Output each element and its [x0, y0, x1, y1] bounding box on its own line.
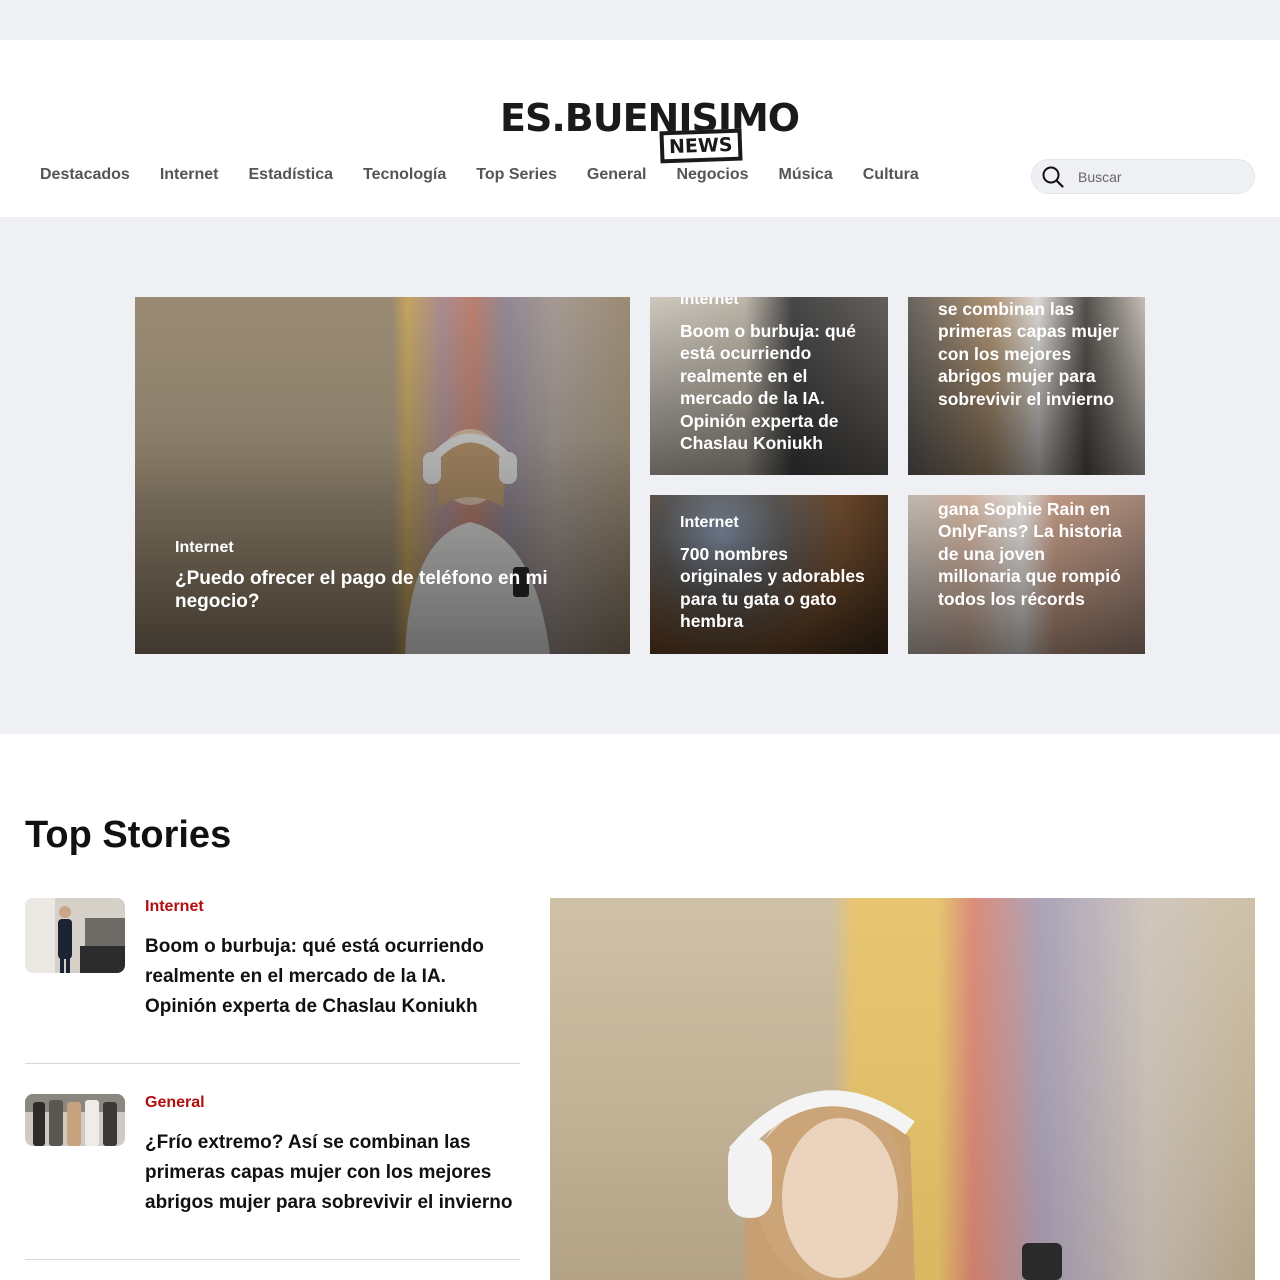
nav-item-top-series[interactable]: Top Series	[476, 166, 557, 184]
nav-item-destacados[interactable]: Destacados	[40, 166, 130, 184]
nav-item-estadistica[interactable]: Estadística	[249, 166, 333, 184]
search-icon[interactable]	[1042, 166, 1064, 188]
hero-card-3-title[interactable]: 700 nombres originales y adorables para …	[680, 543, 870, 633]
hero-main-card[interactable]: Internet ¿Puedo ofrecer el pago de teléf…	[135, 297, 630, 654]
top-story-item[interactable]: Internet Boom o burbuja: qué está ocurri…	[25, 898, 520, 1028]
top-story-title[interactable]: ¿Frío extremo? Así se combinan las prime…	[145, 1128, 515, 1218]
hero-card-2-title[interactable]: se combinan las primeras capas mujer con…	[938, 298, 1128, 410]
feature-person-image	[728, 1090, 1062, 1280]
hero-section: Internet ¿Puedo ofrecer el pago de teléf…	[0, 217, 1280, 734]
hero-card-1-title[interactable]: Boom o burbuja: qué está ocurriendo real…	[680, 320, 870, 454]
top-story-thumbnail[interactable]	[25, 898, 125, 973]
nav-item-general[interactable]: General	[587, 166, 647, 184]
nav-item-tecnologia[interactable]: Tecnología	[363, 166, 446, 184]
story-divider	[25, 1259, 520, 1260]
search-input[interactable]	[1078, 166, 1243, 188]
main-nav: Destacados Internet Estadística Tecnolog…	[40, 166, 949, 184]
search-box[interactable]	[1031, 159, 1255, 194]
logo-dot: ·	[776, 110, 780, 121]
hero-main-title[interactable]: ¿Puedo ofrecer el pago de teléfono en mi…	[175, 567, 575, 613]
top-story-category[interactable]: General	[145, 1094, 205, 1112]
nav-item-negocios[interactable]: Negocios	[676, 166, 748, 184]
site-logo[interactable]: ES.BUENISIMO · NEWS	[500, 96, 800, 166]
top-story-title[interactable]: Boom o burbuja: qué está ocurriendo real…	[145, 932, 515, 1022]
top-bar	[0, 0, 1280, 40]
top-story-category[interactable]: Internet	[145, 898, 204, 916]
logo-main-text: ES.BUENISIMO	[500, 96, 800, 140]
hero-card-2[interactable]: se combinan las primeras capas mujer con…	[908, 297, 1145, 475]
hero-card-3-category[interactable]: Internet	[680, 514, 739, 532]
top-story-thumbnail[interactable]	[25, 1094, 125, 1146]
top-stories-feature-image[interactable]	[550, 898, 1255, 1280]
hero-card-1[interactable]: Internet Boom o burbuja: qué está ocurri…	[650, 297, 888, 475]
top-story-item[interactable]: General ¿Frío extremo? Así se combinan l…	[25, 1094, 520, 1224]
story-divider	[25, 1063, 520, 1064]
nav-item-cultura[interactable]: Cultura	[863, 166, 919, 184]
hero-main-category[interactable]: Internet	[175, 539, 234, 557]
nav-item-internet[interactable]: Internet	[160, 166, 219, 184]
hero-card-4[interactable]: gana Sophie Rain en OnlyFans? La histori…	[908, 495, 1145, 654]
hero-card-1-category[interactable]: Internet	[680, 297, 739, 309]
hero-card-3[interactable]: Internet 700 nombres originales y adorab…	[650, 495, 888, 654]
hero-card-4-title[interactable]: gana Sophie Rain en OnlyFans? La histori…	[938, 498, 1123, 610]
nav-item-musica[interactable]: Música	[778, 166, 832, 184]
top-stories-heading: Top Stories	[25, 814, 232, 856]
logo-news-badge: NEWS	[659, 128, 743, 164]
